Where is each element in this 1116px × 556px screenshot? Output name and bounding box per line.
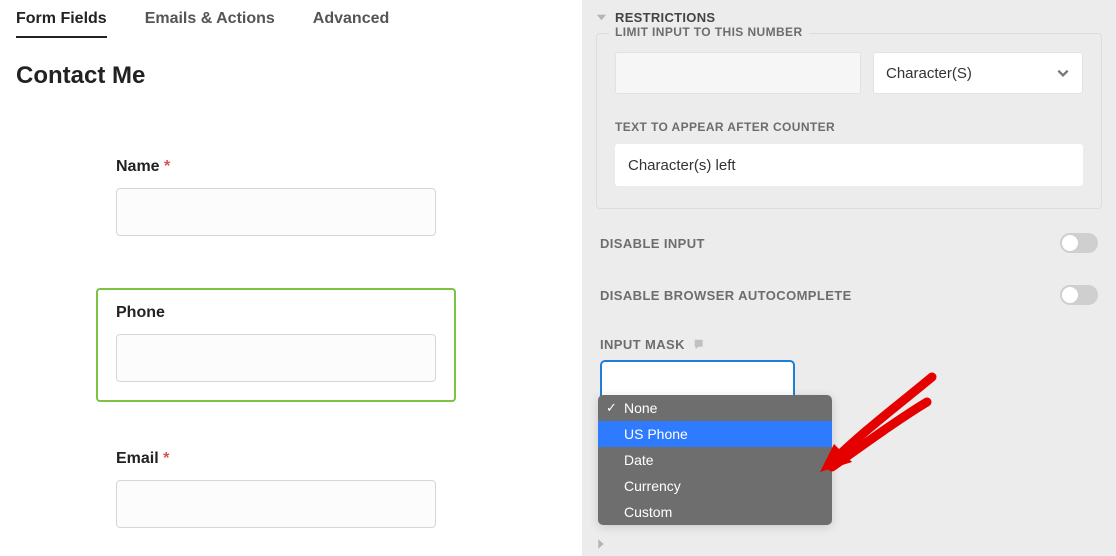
mask-option-custom[interactable]: Custom — [598, 499, 832, 525]
tab-emails-actions[interactable]: Emails & Actions — [145, 10, 275, 38]
field-phone[interactable]: Phone — [96, 288, 456, 402]
page-title: Contact Me — [16, 62, 566, 90]
restrictions-title: RESTRICTIONS — [615, 10, 715, 25]
mask-option-none[interactable]: None — [598, 395, 832, 421]
limit-unit-select[interactable]: Character(S) — [873, 52, 1083, 94]
caret-down-icon — [596, 12, 607, 23]
form-preview: Name * Phone Email * — [16, 142, 566, 548]
chevron-down-icon — [1056, 66, 1070, 80]
field-email[interactable]: Email * — [96, 434, 456, 548]
required-star: * — [163, 450, 169, 467]
mask-option-currency[interactable]: Currency — [598, 473, 832, 499]
disable-autocomplete-toggle[interactable] — [1060, 285, 1098, 305]
disable-input-row: DISABLE INPUT — [600, 233, 1098, 253]
mask-option-date[interactable]: Date — [598, 447, 832, 473]
tabs: Form Fields Emails & Actions Advanced — [16, 10, 566, 38]
caret-right-icon — [594, 539, 610, 550]
field-label-text: Email — [116, 450, 159, 467]
tab-form-fields[interactable]: Form Fields — [16, 10, 107, 38]
counter-text-label: TEXT TO APPEAR AFTER COUNTER — [615, 120, 1083, 134]
field-label-name: Name * — [116, 158, 436, 176]
required-star: * — [164, 158, 170, 175]
name-input[interactable] — [116, 188, 436, 236]
restrictions-header[interactable]: RESTRICTIONS — [596, 10, 1102, 25]
phone-input[interactable] — [116, 334, 436, 382]
mask-option-us-phone[interactable]: US Phone — [598, 421, 832, 447]
counter-text-input[interactable] — [615, 144, 1083, 186]
form-builder-panel: Form Fields Emails & Actions Advanced Co… — [0, 0, 582, 556]
input-mask-label: INPUT MASK — [600, 337, 685, 352]
input-mask-select[interactable] — [600, 360, 795, 400]
input-mask-section: INPUT MASK None US Phone Date Currency C… — [600, 337, 1098, 400]
disable-input-toggle[interactable] — [1060, 233, 1098, 253]
limit-number-input[interactable] — [615, 52, 861, 94]
field-label-phone: Phone — [116, 304, 436, 322]
input-mask-dropdown: None US Phone Date Currency Custom — [598, 395, 832, 525]
field-name[interactable]: Name * — [96, 142, 456, 256]
limit-unit-value: Character(S) — [886, 65, 972, 82]
limit-label: LIMIT INPUT TO THIS NUMBER — [609, 25, 809, 39]
settings-panel: RESTRICTIONS LIMIT INPUT TO THIS NUMBER … — [582, 0, 1116, 556]
disable-input-label: DISABLE INPUT — [600, 236, 705, 251]
field-label-email: Email * — [116, 450, 436, 468]
tab-advanced[interactable]: Advanced — [313, 10, 389, 38]
limit-group: LIMIT INPUT TO THIS NUMBER Character(S) … — [596, 33, 1102, 209]
email-input[interactable] — [116, 480, 436, 528]
disable-autocomplete-row: DISABLE BROWSER AUTOCOMPLETE — [600, 285, 1098, 305]
disable-autocomplete-label: DISABLE BROWSER AUTOCOMPLETE — [600, 288, 852, 303]
field-label-text: Name — [116, 158, 160, 175]
help-icon[interactable] — [693, 338, 707, 352]
